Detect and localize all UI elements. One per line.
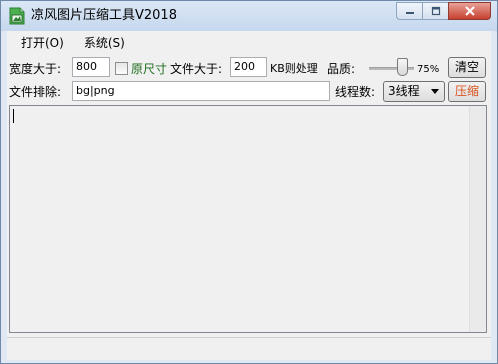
exclude-input[interactable]: bg|png xyxy=(72,81,330,101)
maximize-button[interactable] xyxy=(422,2,448,20)
maximize-icon xyxy=(431,6,440,16)
close-button[interactable] xyxy=(448,2,491,20)
window-controls xyxy=(396,2,491,20)
menu-open[interactable]: 打开(O) xyxy=(11,31,74,55)
chevron-down-icon xyxy=(431,89,439,94)
original-size-checkbox[interactable] xyxy=(115,62,128,75)
minimize-button[interactable] xyxy=(396,2,422,20)
image-icon xyxy=(9,7,25,25)
exclude-label: 文件排除: xyxy=(9,85,62,99)
width-input[interactable]: 800 xyxy=(72,57,110,77)
text-cursor xyxy=(13,109,14,123)
window-title: 凉风图片压缩工具V2018 xyxy=(31,8,177,23)
minimize-icon xyxy=(405,12,414,14)
status-bar xyxy=(7,337,491,360)
app-window: 凉风图片压缩工具V2018 打开(O) 系统(S) 宽度大于: 800 原尺寸 … xyxy=(0,0,498,364)
menu-bar: 打开(O) 系统(S) xyxy=(7,31,491,55)
filesize-label: 文件大于: xyxy=(170,62,223,76)
width-label: 宽度大于: xyxy=(9,62,62,76)
quality-label: 品质: xyxy=(327,62,356,76)
filesize-unit: KB则处理 xyxy=(270,62,318,75)
filesize-input[interactable]: 200 xyxy=(230,57,267,77)
close-icon xyxy=(464,6,475,16)
compress-button[interactable]: 压缩 xyxy=(448,81,486,102)
threads-label: 线程数: xyxy=(335,85,376,99)
client-area: 打开(O) 系统(S) 宽度大于: 800 原尺寸 文件大于: 200 KB则处… xyxy=(7,31,491,360)
clear-button[interactable]: 清空 xyxy=(448,57,486,78)
title-bar[interactable]: 凉风图片压缩工具V2018 xyxy=(1,1,497,31)
log-textarea[interactable] xyxy=(9,105,487,333)
quality-slider-thumb[interactable] xyxy=(397,58,409,76)
quality-value: 75% xyxy=(417,64,440,75)
vertical-scrollbar[interactable] xyxy=(469,106,486,332)
threads-select-value: 3线程 xyxy=(388,84,420,98)
threads-select[interactable]: 3线程 xyxy=(383,81,445,102)
menu-system[interactable]: 系统(S) xyxy=(74,31,135,55)
original-size-label[interactable]: 原尺寸 xyxy=(131,61,167,77)
